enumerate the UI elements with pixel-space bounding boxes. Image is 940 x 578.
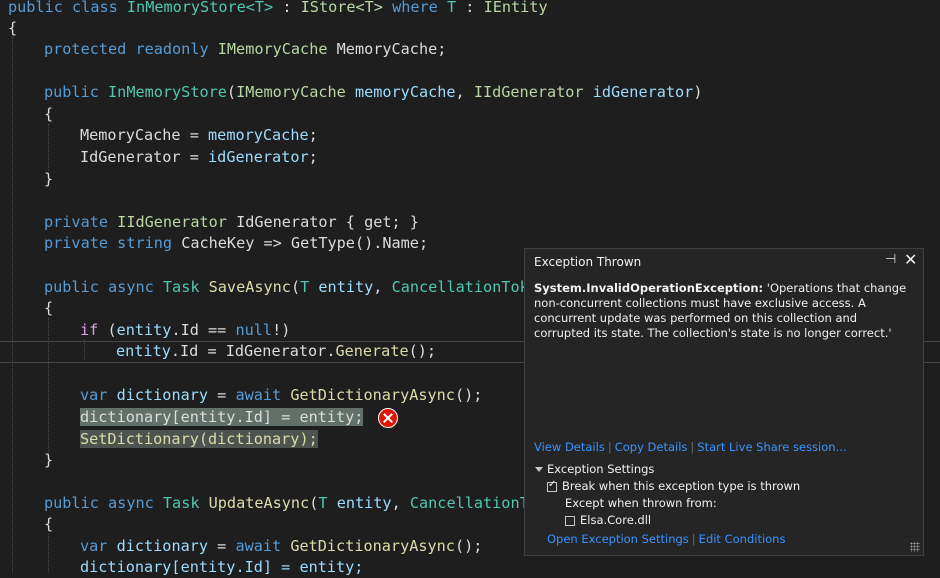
exception-popup: Exception Thrown ⊣ ✕ System.InvalidOpera… [524, 248, 924, 556]
code-line: private IIdGenerator IdGenerator { get; … [44, 213, 419, 231]
code-line: } [44, 451, 54, 469]
code-line: public async Task UpdateAsync(T entity, … [44, 494, 529, 512]
close-icon[interactable]: ✕ [904, 250, 917, 269]
indent-guide [84, 340, 85, 360]
module-checkbox-row[interactable]: Elsa.Core.dll [565, 513, 651, 527]
break-checkbox-row[interactable]: Break when this exception type is thrown [547, 479, 800, 493]
popup-links-bottom: Open Exception Settings | Edit Conditions [547, 532, 786, 546]
code-line: if (entity.Id == null!) [80, 321, 291, 339]
error-icon[interactable] [378, 408, 398, 428]
code-line: { [44, 299, 54, 317]
popup-links: View Details | Copy Details | Start Live Sha… [534, 440, 847, 454]
code-line: { [44, 105, 54, 123]
code-line: private string CacheKey => GetType().Nam… [44, 234, 429, 252]
popup-title: Exception Thrown [534, 255, 642, 269]
code-line: protected readonly IMemoryCache MemoryCa… [44, 40, 447, 58]
caret-down-icon [535, 467, 543, 472]
pin-icon[interactable]: ⊣ [885, 252, 896, 267]
code-line: { [8, 19, 18, 37]
code-line: dictionary[entity.Id] = entity; [80, 558, 364, 576]
live-share-link[interactable]: Start Live Share session... [697, 440, 846, 454]
code-line: public async Task SaveAsync(T entity, Ca… [44, 278, 529, 296]
copy-details-link[interactable]: Copy Details [615, 440, 688, 454]
edit-conditions-link[interactable]: Edit Conditions [699, 532, 786, 546]
open-exception-settings-link[interactable]: Open Exception Settings [547, 532, 689, 546]
code-line: public InMemoryStore(IMemoryCache memory… [44, 83, 703, 101]
code-line: entity.Id = IdGenerator.Generate(); [116, 342, 437, 360]
code-line: SetDictionary(dictionary); [80, 430, 318, 448]
exception-message: System.InvalidOperationException: 'Opera… [534, 281, 909, 341]
code-line: { [44, 515, 54, 533]
code-line: MemoryCache = memoryCache; [80, 126, 318, 144]
indent-guide [48, 534, 49, 573]
resize-grip[interactable] [910, 542, 920, 552]
code-line: IdGenerator = idGenerator; [80, 148, 318, 166]
code-line: var dictionary = await GetDictionaryAsyn… [80, 386, 483, 404]
code-line: public class InMemoryStore<T> : IStore<T… [8, 0, 548, 16]
except-label: Except when thrown from: [565, 496, 717, 510]
code-line: var dictionary = await GetDictionaryAsyn… [80, 537, 483, 555]
exception-line: dictionary[entity.Id] = entity; [80, 408, 364, 426]
code-line: } [44, 170, 54, 188]
exception-type: System.InvalidOperationException: [534, 281, 764, 295]
module-checkbox[interactable] [565, 515, 575, 526]
view-details-link[interactable]: View Details [534, 440, 605, 454]
break-checkbox[interactable] [547, 479, 557, 492]
exception-settings-toggle[interactable]: Exception Settings [535, 462, 654, 476]
indent-guide [48, 318, 49, 458]
indent-guide [12, 36, 13, 573]
